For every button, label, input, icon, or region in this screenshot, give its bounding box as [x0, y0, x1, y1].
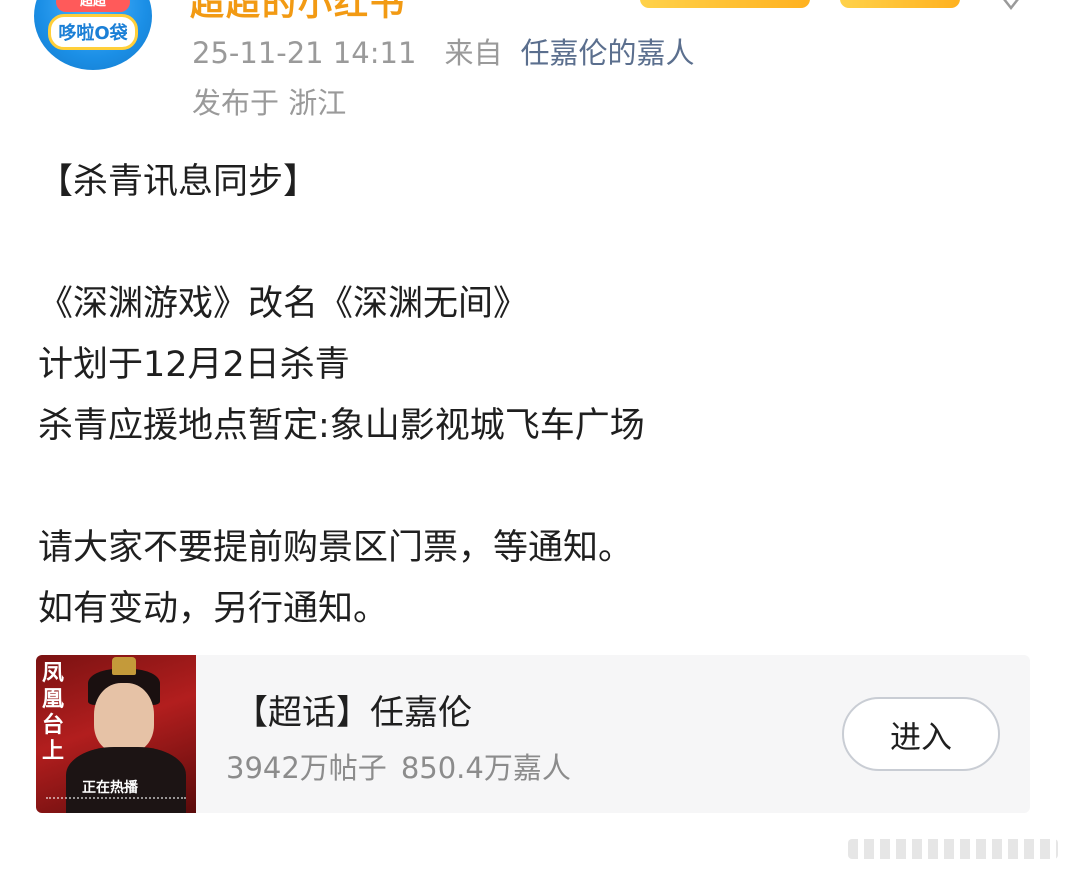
post-line-1: 【杀青讯息同步】: [38, 162, 319, 202]
supertopic-title: 【超话】任嘉伦: [234, 693, 472, 733]
cover-platform-logos: [46, 797, 186, 805]
avatar[interactable]: 超超 哆啦O袋: [34, 0, 152, 70]
cover-figure-crown: [112, 657, 136, 675]
post-line-2: 《深渊游戏》改名《深渊无间》: [38, 284, 529, 324]
supertopic-post-count: 3942万帖子: [226, 751, 387, 785]
post-line-gap: [38, 457, 1028, 518]
post-line-gap: [38, 213, 1028, 274]
username[interactable]: 超超的小红书: [190, 0, 406, 25]
watermark: [848, 839, 1058, 859]
cover-title: 凤凰台上: [42, 661, 65, 764]
supertopic-card[interactable]: 凤凰台上 正在热播 【超话】任嘉伦 3942万帖子 850.4万嘉人 进入: [36, 655, 1030, 813]
weibo-post-page: 超超 哆啦O袋 超超的小红书 25-11-21 14:11 来自 任嘉伦的嘉人 发布…: [0, 0, 1068, 873]
post-line-6: 如有变动，另行通知。: [38, 589, 389, 629]
enter-button[interactable]: 进入: [842, 697, 1000, 771]
post-line-5: 请大家不要提前购景区门票，等通知。: [38, 528, 634, 568]
supertopic-stats: 3942万帖子 850.4万嘉人: [226, 745, 571, 787]
avatar-main-label: 哆啦O袋: [48, 14, 138, 50]
post-meta: 25-11-21 14:11 来自 任嘉伦的嘉人: [192, 30, 694, 72]
from-label: 来自: [444, 36, 503, 70]
post-body: 【杀青讯息同步】 《深渊游戏》改名《深渊无间》 计划于12月2日杀青 杀青应援地…: [38, 152, 1028, 640]
post-location: 发布于 浙江: [192, 86, 347, 120]
star-outline-icon[interactable]: [998, 0, 1024, 12]
post-line-3: 计划于12月2日杀青: [38, 345, 350, 385]
cover-figure-face: [94, 683, 154, 753]
avatar-top-label: 超超: [56, 0, 130, 12]
cover-status: 正在热播: [82, 780, 138, 796]
supertopic-fan-count: 850.4万嘉人: [400, 751, 571, 785]
user-badge-2: [840, 0, 960, 8]
post-time: 25-11-21 14:11: [192, 36, 417, 70]
user-badge: [640, 0, 810, 8]
post-source-link[interactable]: 任嘉伦的嘉人: [520, 36, 694, 70]
post-line-4: 杀青应援地点暂定:象山影视城飞车广场: [38, 406, 645, 446]
supertopic-cover-image[interactable]: 凤凰台上 正在热播: [36, 655, 196, 813]
